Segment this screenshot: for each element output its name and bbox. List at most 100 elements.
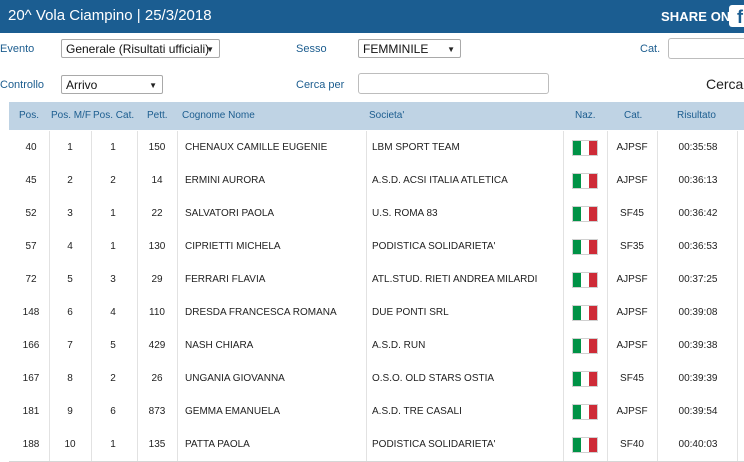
cell-pett: 130	[148, 241, 166, 252]
cell-societa: DUE PONTI SRL	[372, 307, 449, 318]
italy-flag-icon	[572, 206, 598, 222]
th-naz[interactable]: Naz.	[575, 110, 596, 121]
table-row[interactable]: 166 7 5 429 NASH CHIARA A.S.D. RUN AJPSF 00:39:…	[9, 329, 744, 363]
th-societa[interactable]: Societa'	[369, 110, 404, 121]
cell-pett: 429	[148, 340, 166, 351]
cell-societa: LBM SPORT TEAM	[372, 142, 460, 153]
cell-nome: SALVATORI PAOLA	[185, 208, 275, 219]
column-divider	[563, 296, 564, 329]
column-divider	[563, 230, 564, 263]
column-divider	[366, 329, 367, 362]
search-input[interactable]	[358, 73, 549, 94]
cell-risultato: 00:36:53	[678, 241, 718, 252]
cell-cat: SF45	[620, 208, 644, 219]
column-divider	[737, 329, 738, 362]
table-row[interactable]: 148 6 4 110 DRESDA FRANCESCA ROMANA DUE PONTI…	[9, 296, 744, 330]
column-divider	[737, 296, 738, 329]
column-divider	[737, 131, 738, 164]
cell-pett: 135	[148, 439, 166, 450]
header-bar: 20^ Vola Ciampino | 25/3/2018 SHARE ON f	[0, 0, 744, 33]
cell-risultato: 00:40:03	[678, 439, 718, 450]
sesso-select[interactable]: FEMMINILE ▼	[358, 39, 461, 58]
th-pos-mf[interactable]: Pos. M/F	[51, 110, 91, 121]
cell-nome: ERMINI AURORA	[185, 175, 266, 186]
cell-cat: AJPSF	[616, 340, 648, 351]
cell-risultato: 00:36:13	[678, 175, 718, 186]
cell-societa: ATL.STUD. RIETI ANDREA MILARDI	[372, 274, 538, 285]
th-pos[interactable]: Pos.	[19, 110, 39, 121]
chevron-down-icon: ▼	[206, 45, 214, 54]
column-divider	[563, 263, 564, 296]
italy-flag-icon	[572, 437, 598, 453]
cat-label: Cat.	[640, 43, 661, 55]
column-divider	[563, 197, 564, 230]
cell-cat: SF45	[620, 373, 644, 384]
cell-nome: UNGANIA GIOVANNA	[185, 373, 285, 384]
table-row[interactable]: 45 2 2 14 ERMINI AURORA A.S.D. ACSI ITALIA AT…	[9, 164, 744, 198]
cell-nome: DRESDA FRANCESCA ROMANA	[185, 307, 337, 318]
italy-flag-icon	[572, 305, 598, 321]
sesso-value: FEMMINILE	[363, 42, 429, 56]
table-row[interactable]: 52 3 1 22 SALVATORI PAOLA U.S. ROMA 83 SF45 00:…	[9, 197, 744, 231]
table-row[interactable]: 181 9 6 873 GEMMA EMANUELA A.S.D. TRE CASALI A…	[9, 395, 744, 429]
column-divider	[737, 428, 738, 461]
column-divider	[366, 197, 367, 230]
column-divider	[737, 197, 738, 230]
th-nome[interactable]: Cognome Nome	[182, 110, 255, 121]
column-divider	[366, 428, 367, 461]
cell-nome: PATTA PAOLA	[185, 439, 250, 450]
column-divider	[563, 362, 564, 395]
cell-nome: CIPRIETTI MICHELA	[185, 241, 281, 252]
column-divider	[737, 362, 738, 395]
cell-risultato: 00:36:42	[678, 208, 718, 219]
cell-societa: A.S.D. RUN	[372, 340, 426, 351]
search-button[interactable]: Cerca	[706, 76, 743, 92]
column-divider	[563, 329, 564, 362]
table-row[interactable]: 188 10 1 135 PATTA PAOLA PODISTICA SOLIDARIET…	[9, 428, 744, 462]
column-divider	[737, 263, 738, 296]
column-divider	[563, 428, 564, 461]
th-risultato[interactable]: Risultato	[677, 110, 716, 121]
evento-select[interactable]: Generale (Risultati ufficiali) ▼	[61, 39, 220, 58]
cell-nome: NASH CHIARA	[185, 340, 254, 351]
cell-societa: PODISTICA SOLIDARIETA'	[372, 439, 496, 450]
cell-cat: AJPSF	[616, 307, 648, 318]
italy-flag-icon	[572, 404, 598, 420]
controllo-select[interactable]: Arrivo ▼	[61, 75, 163, 94]
cell-risultato: 00:39:54	[678, 406, 718, 417]
table-row[interactable]: 40 1 1 150 CHENAUX CAMILLE EUGENIE LBM SPORT …	[9, 131, 744, 165]
table-row[interactable]: 72 5 3 29 FERRARI FLAVIA ATL.STUD. RIETI ANDR…	[9, 263, 744, 297]
table-row[interactable]: 57 4 1 130 CIPRIETTI MICHELA PODISTICA SOLIDA…	[9, 230, 744, 264]
th-pett[interactable]: Pett.	[147, 110, 168, 121]
cell-cat: AJPSF	[616, 406, 648, 417]
facebook-icon[interactable]: f	[729, 5, 744, 27]
cell-nome: GEMMA EMANUELA	[185, 406, 281, 417]
column-divider	[563, 395, 564, 428]
column-divider	[366, 395, 367, 428]
column-divider	[366, 230, 367, 263]
table-row[interactable]: 167 8 2 26 UNGANIA GIOVANNA O.S.O. OLD STARS …	[9, 362, 744, 396]
column-divider	[563, 131, 564, 164]
th-pos-cat[interactable]: Pos. Cat.	[93, 110, 134, 121]
share-label: SHARE ON	[661, 9, 731, 24]
cell-risultato: 00:39:38	[678, 340, 718, 351]
italy-flag-icon	[572, 338, 598, 354]
cerca-per-label: Cerca per	[296, 79, 345, 91]
cell-pett: 14	[151, 175, 163, 186]
italy-flag-icon	[572, 239, 598, 255]
column-divider	[737, 395, 738, 428]
cat-input[interactable]	[668, 38, 744, 59]
sesso-label: Sesso	[296, 43, 327, 55]
column-divider	[366, 164, 367, 197]
cell-risultato: 00:39:08	[678, 307, 718, 318]
cell-risultato: 00:35:58	[678, 142, 718, 153]
cell-cat: SF40	[620, 439, 644, 450]
th-cat[interactable]: Cat.	[624, 110, 642, 121]
cell-societa: U.S. ROMA 83	[372, 208, 438, 219]
table-header: Pos. Pos. M/F Pos. Cat. Pett. Cognome Nome So…	[9, 102, 744, 130]
column-divider	[563, 164, 564, 197]
italy-flag-icon	[572, 173, 598, 189]
cell-societa: O.S.O. OLD STARS OSTIA	[372, 373, 495, 384]
evento-value: Generale (Risultati ufficiali)	[66, 42, 210, 56]
column-divider	[366, 296, 367, 329]
